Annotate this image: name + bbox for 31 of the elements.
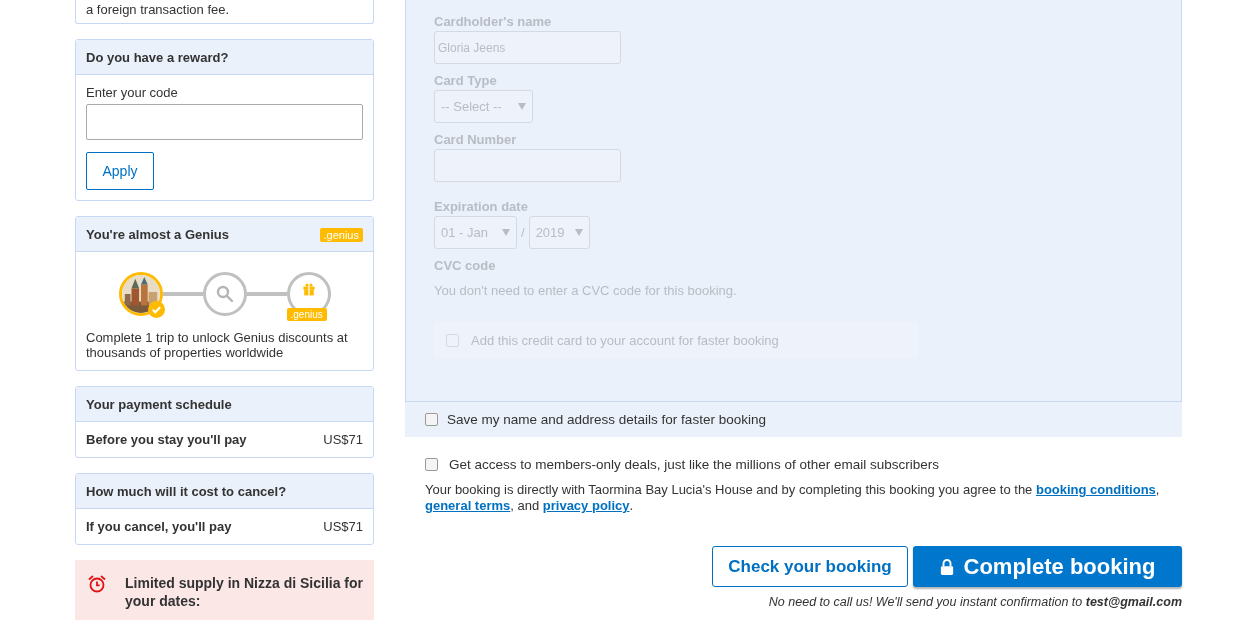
agreement-text: Your booking is directly with Taormina Bay Lucia's House and by completing this booking you agree to the booking conditions, general terms, and privacy policy. [425,482,1161,514]
pay-label: Before you stay you'll pay [86,432,247,447]
terms-link[interactable]: privacy policy [542,498,630,513]
alert-title: Limited supply in Nizza di Sicilia for your dates: [125,574,364,610]
complete-booking-button[interactable]: Complete booking [913,546,1182,587]
fee-note: a foreign transaction fee. [86,2,231,17]
card-title: How much will it cost to cancel? [86,484,287,499]
terms-link[interactable]: booking conditions [1035,482,1156,497]
cancel-label: If you cancel, you'll pay [86,519,232,534]
pay-amount: US$71 [323,432,363,447]
checkbox[interactable] [425,458,438,471]
card-title: Do you have a reward? [86,50,229,65]
date-separator: / [521,225,525,240]
check-booking-button[interactable]: Check your booking [712,546,908,587]
checkbox-label: Get access to members-only deals, just like the millions of other email subscribers [449,457,939,472]
code-label: Enter your code [86,85,179,100]
code-input-field[interactable] [86,104,363,140]
genius-description: Complete 1 trip to unlock Genius discounts at thousands of properties worldwide [86,330,349,360]
lock-icon [939,557,954,576]
genius-badge: .genius [319,227,363,242]
card-title: You're almost a Genius [86,227,229,242]
confirmation-note: No need to call us! We'll send you instant confirmation to test@gmail.com [768,595,1182,609]
search-icon [214,284,235,304]
alarm-clock-icon [87,574,107,594]
cancel-amount: US$71 [323,519,363,534]
genius-badge: .genius [286,308,327,321]
gift-icon [300,281,317,297]
apply-button[interactable]: Apply [86,152,154,190]
checkbox[interactable] [425,413,438,426]
card-title: Your payment schedule [86,397,232,412]
checkbox-label: Save my name and address details for faster booking [447,412,766,427]
